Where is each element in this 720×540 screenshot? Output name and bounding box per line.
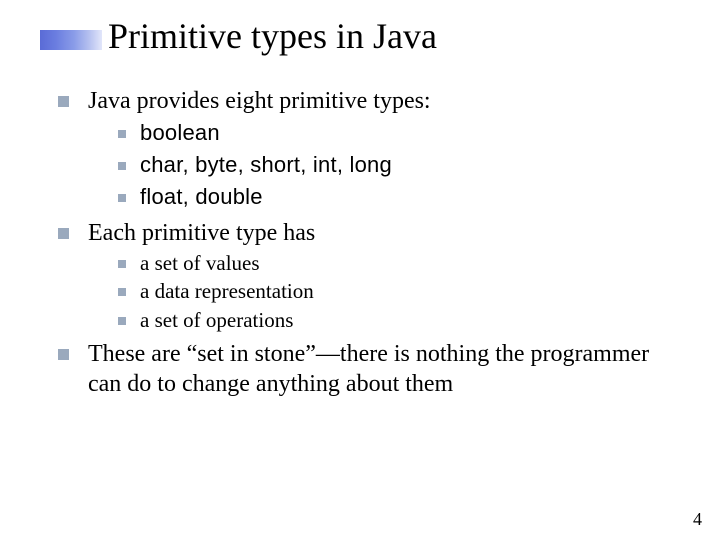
bullet-1-sublist: boolean char, byte, short, int, long flo… (88, 118, 680, 212)
bullet-3-text: These are “set in stone”—there is nothin… (88, 341, 649, 397)
sub-text: a set of values (140, 251, 260, 275)
sub-text: a set of operations (140, 308, 293, 332)
bullet-2-sub-2: a data representation (88, 278, 680, 304)
title-area: Primitive types in Java (40, 18, 437, 56)
top-level-list: Java provides eight primitive types: boo… (58, 86, 680, 399)
bullet-1-sub-1: boolean (88, 118, 680, 148)
bullet-1-text: Java provides eight primitive types: (88, 88, 431, 114)
slide: Primitive types in Java Java provides ei… (0, 0, 720, 540)
bullet-3: These are “set in stone”—there is nothin… (58, 339, 680, 399)
bullet-2-sub-1: a set of values (88, 250, 680, 276)
bullet-1-sub-3: float, double (88, 182, 680, 212)
code-text: char, byte, short, int, long (140, 152, 392, 177)
bullet-2: Each primitive type has a set of values … (58, 218, 680, 333)
bullet-2-sub-3: a set of operations (88, 307, 680, 333)
code-text: boolean (140, 120, 220, 145)
bullet-2-sublist: a set of values a data representation a … (88, 250, 680, 333)
slide-body: Java provides eight primitive types: boo… (58, 86, 680, 405)
slide-title: Primitive types in Java (108, 18, 437, 56)
bullet-1-sub-2: char, byte, short, int, long (88, 150, 680, 180)
page-number: 4 (693, 509, 702, 530)
bullet-2-text: Each primitive type has (88, 220, 315, 246)
sub-text: a data representation (140, 279, 314, 303)
title-accent-bar (40, 30, 102, 50)
bullet-1: Java provides eight primitive types: boo… (58, 86, 680, 212)
code-text: float, double (140, 184, 263, 209)
